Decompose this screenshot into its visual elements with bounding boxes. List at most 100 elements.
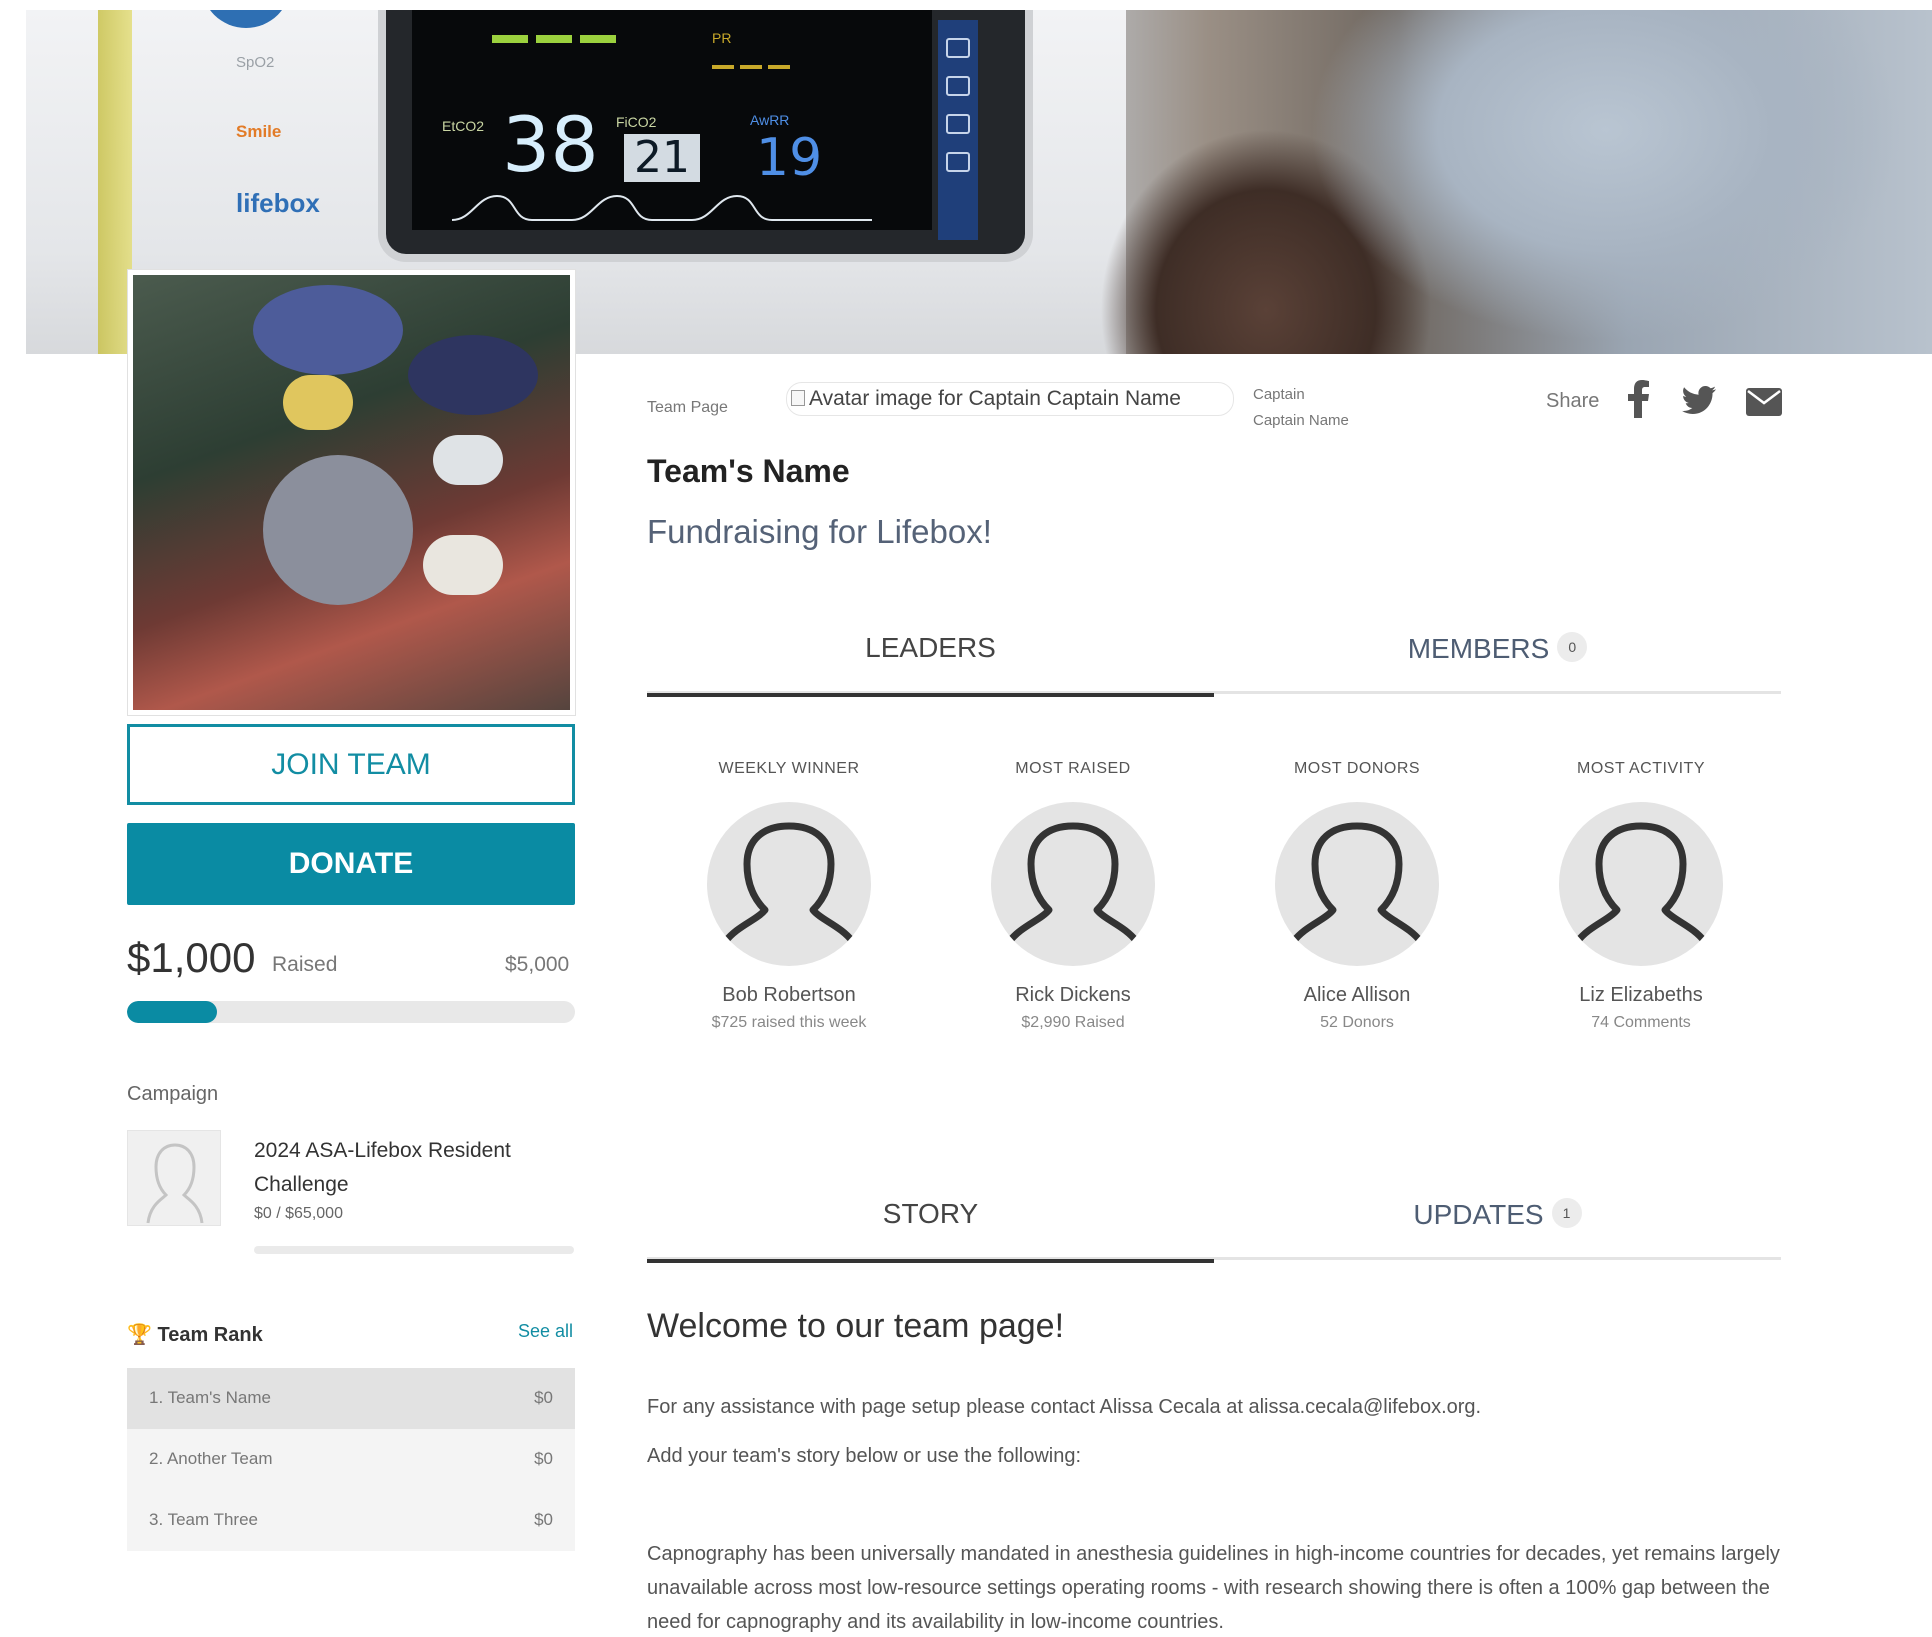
- leader-name: Alice Allison: [1303, 984, 1411, 1006]
- team-rank-heading: 🏆 Team Rank: [127, 1322, 263, 1347]
- members-count-badge: 0: [1557, 632, 1588, 662]
- rank-team-amount: $0: [534, 1449, 553, 1468]
- user-silhouette-icon: [146, 1143, 204, 1224]
- monitor-side-buttons: [938, 20, 978, 240]
- story-updates-tabs: STORY UPDATES 1: [647, 1176, 1781, 1263]
- hero-clinician-blur: [1086, 10, 1932, 354]
- photo-shape: [423, 535, 503, 595]
- fico2-value: 21: [624, 134, 700, 182]
- leader-card[interactable]: MOST RAISED Rick Dickens $2,990 Raised: [931, 760, 1215, 1032]
- rank-team-name: 2. Another Team: [149, 1449, 273, 1468]
- pr-label: PR: [712, 30, 732, 46]
- rank-row[interactable]: 2. Another Team $0: [127, 1429, 575, 1490]
- tab-members-text: MEMBERS: [1407, 633, 1550, 664]
- leader-card[interactable]: MOST DONORS Alice Allison 52 Donors: [1215, 760, 1499, 1032]
- campaign-amount: $0 / $65,000: [254, 1205, 343, 1222]
- broken-image-icon: [791, 390, 805, 406]
- page-subtitle: Fundraising for Lifebox!: [647, 513, 992, 550]
- captain-label: Captain: [1253, 386, 1305, 403]
- updates-count-badge: 1: [1551, 1198, 1582, 1228]
- team-page-label: Team Page: [647, 399, 728, 416]
- leader-stat: $725 raised this week: [711, 1014, 867, 1031]
- raised-amount: $1,000: [127, 934, 256, 981]
- monitor-screen: PR EtCO2 38 FiCO2 21 AwRR 19: [412, 10, 932, 230]
- story-heading: Welcome to our team page!: [647, 1307, 1065, 1345]
- photo-shape: [283, 375, 353, 430]
- hero-smile-logo: Smile: [236, 122, 282, 141]
- tab-leaders[interactable]: LEADERS: [647, 610, 1214, 697]
- join-team-button[interactable]: JOIN TEAM: [127, 724, 575, 805]
- leader-category: MOST RAISED: [1015, 760, 1131, 777]
- user-silhouette-icon: [722, 822, 856, 945]
- avatar: [707, 802, 871, 966]
- avatar: [991, 802, 1155, 966]
- avatar: [1275, 802, 1439, 966]
- fico2-label: FiCO2: [616, 114, 657, 130]
- captain-name[interactable]: Captain Name: [1253, 412, 1349, 429]
- tab-members-label: MEMBERS 0: [1407, 632, 1588, 664]
- rank-team-amount: $0: [534, 1510, 553, 1529]
- leader-name: Rick Dickens: [1015, 984, 1131, 1006]
- email-icon[interactable]: [1746, 388, 1782, 416]
- avatar: [1559, 802, 1723, 966]
- rank-team-name: 1. Team's Name: [149, 1388, 271, 1407]
- etco2-value: 38: [502, 100, 599, 189]
- story-paragraph: Add your team's story below or use the f…: [647, 1445, 1082, 1467]
- campaign-link[interactable]: 2024 ASA-Lifebox Resident Challenge: [254, 1134, 574, 1202]
- rank-row[interactable]: 3. Team Three $0: [127, 1490, 575, 1551]
- campaign-heading: Campaign: [127, 1083, 219, 1105]
- photo-shape: [253, 285, 403, 375]
- user-silhouette-icon: [1006, 822, 1140, 945]
- tab-updates-text: UPDATES: [1413, 1199, 1544, 1230]
- campaign-avatar[interactable]: [127, 1130, 221, 1226]
- awrr-value: 19: [756, 128, 823, 188]
- leader-category: MOST DONORS: [1293, 760, 1421, 777]
- tab-members[interactable]: MEMBERS 0: [1214, 610, 1781, 694]
- twitter-icon[interactable]: [1682, 386, 1716, 414]
- rank-team-amount: $0: [534, 1388, 553, 1407]
- raised-label: Raised: [272, 953, 338, 976]
- story-paragraph: Capnography has been universally mandate…: [647, 1543, 1780, 1633]
- photo-shape: [263, 455, 413, 605]
- campaign-progress-bar: [254, 1246, 574, 1254]
- leader-card[interactable]: WEEKLY WINNER Bob Robertson $725 raised …: [647, 760, 931, 1032]
- see-all-link[interactable]: See all: [518, 1321, 573, 1342]
- leader-category: WEEKLY WINNER: [718, 760, 860, 777]
- leader-name: Bob Robertson: [722, 984, 856, 1006]
- hero-spo-label: SpO2: [236, 54, 275, 71]
- rank-row[interactable]: 1. Team's Name $0: [127, 1368, 575, 1429]
- tab-story[interactable]: STORY: [647, 1176, 1214, 1263]
- hero-lifebox-logo: lifebox: [236, 188, 320, 218]
- pr-bars: [712, 56, 796, 74]
- rank-team-name: 3. Team Three: [149, 1510, 258, 1529]
- leader-name: Liz Elizabeths: [1579, 984, 1703, 1006]
- leader-stat: 52 Donors: [1320, 1014, 1394, 1031]
- trophy-icon: 🏆: [127, 1324, 152, 1346]
- device-strip: [98, 10, 132, 354]
- capnography-monitor: PR EtCO2 38 FiCO2 21 AwRR 19: [378, 10, 1033, 262]
- team-name: Team's Name: [647, 453, 850, 489]
- goal-amount: $5,000: [505, 953, 570, 976]
- waveform: [452, 194, 872, 221]
- donate-button[interactable]: DONATE: [127, 823, 575, 905]
- story-paragraph: For any assistance with page setup pleas…: [647, 1396, 1482, 1418]
- leader-stat: 74 Comments: [1591, 1014, 1691, 1031]
- progress-fill: [127, 1001, 217, 1023]
- photo-shape: [408, 335, 538, 415]
- etco2-label: EtCO2: [442, 118, 485, 134]
- signal-bars: [492, 30, 624, 48]
- leader-card[interactable]: MOST ACTIVITY Liz Elizabeths 74 Comments: [1499, 760, 1783, 1032]
- facebook-icon[interactable]: [1628, 380, 1650, 418]
- captain-avatar[interactable]: Avatar image for Captain Captain Name: [786, 382, 1234, 416]
- avatar-alt-text: Avatar image for Captain Captain Name: [809, 387, 1181, 410]
- user-silhouette-icon: [1574, 822, 1708, 945]
- awrr-label: AwRR: [750, 112, 790, 128]
- fundraising-progress-bar: [127, 1001, 575, 1023]
- tab-story-label: STORY: [882, 1198, 979, 1229]
- tab-leaders-label: LEADERS: [865, 632, 996, 663]
- team-rank-list: 1. Team's Name $0 2. Another Team $0 3. …: [127, 1368, 575, 1551]
- tab-updates[interactable]: UPDATES 1: [1214, 1176, 1781, 1260]
- team-photo: [128, 270, 575, 715]
- team-rank-label: Team Rank: [157, 1324, 263, 1346]
- photo-shape: [433, 435, 503, 485]
